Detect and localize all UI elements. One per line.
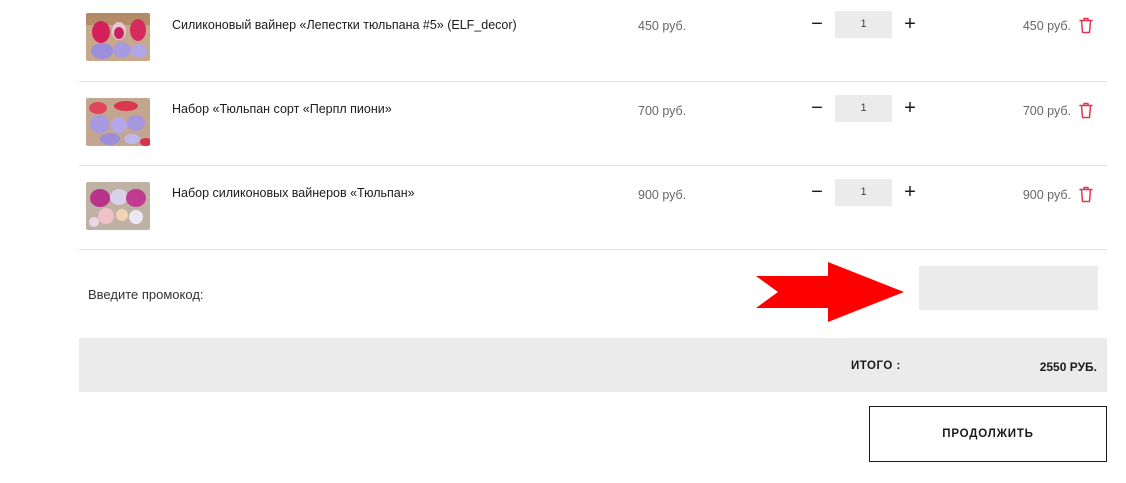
continue-button[interactable]: ПРОДОЛЖИТЬ <box>869 406 1107 462</box>
product-image[interactable] <box>86 13 150 61</box>
quantity-stepper: − + <box>805 94 922 122</box>
quantity-input[interactable] <box>835 10 892 38</box>
total-value: 2550 РУБ. <box>1039 360 1097 374</box>
trash-icon[interactable] <box>1079 17 1093 34</box>
decrease-button[interactable]: − <box>805 178 829 206</box>
total-label: ИТОГО : <box>851 360 901 372</box>
quantity-stepper: − + <box>805 10 922 38</box>
product-name[interactable]: Набор «Тюльпан сорт «Перпл пиони» <box>172 102 392 116</box>
cart-item: Силиконовый вайнер «Лепестки тюльпана #5… <box>79 0 1107 82</box>
promo-code-label: Введите промокод: <box>88 287 204 302</box>
line-total: 900 руб. <box>1022 188 1071 202</box>
product-name[interactable]: Набор силиконовых вайнеров «Тюльпан» <box>172 186 415 200</box>
increase-button[interactable]: + <box>898 10 922 38</box>
quantity-input[interactable] <box>835 178 892 206</box>
trash-icon[interactable] <box>1079 102 1093 119</box>
unit-price: 900 руб. <box>638 188 687 202</box>
increase-button[interactable]: + <box>898 94 922 122</box>
increase-button[interactable]: + <box>898 178 922 206</box>
product-image[interactable] <box>86 98 150 146</box>
quantity-input[interactable] <box>835 94 892 122</box>
product-name[interactable]: Силиконовый вайнер «Лепестки тюльпана #5… <box>172 18 517 32</box>
decrease-button[interactable]: − <box>805 10 829 38</box>
total-bar: ИТОГО : 2550 РУБ. <box>79 338 1107 392</box>
unit-price: 700 руб. <box>638 104 687 118</box>
cart-items: Силиконовый вайнер «Лепестки тюльпана #5… <box>79 0 1107 250</box>
line-total: 700 руб. <box>1022 104 1071 118</box>
promo-code-input[interactable] <box>919 266 1098 310</box>
unit-price: 450 руб. <box>638 19 687 33</box>
quantity-stepper: − + <box>805 178 922 206</box>
trash-icon[interactable] <box>1079 186 1093 203</box>
right-arrow-icon <box>756 262 904 322</box>
line-total: 450 руб. <box>1022 19 1071 33</box>
product-image[interactable] <box>86 182 150 230</box>
cart-item: Набор «Тюльпан сорт «Перпл пиони» 700 ру… <box>79 82 1107 166</box>
decrease-button[interactable]: − <box>805 94 829 122</box>
cart-item: Набор силиконовых вайнеров «Тюльпан» 900… <box>79 166 1107 250</box>
